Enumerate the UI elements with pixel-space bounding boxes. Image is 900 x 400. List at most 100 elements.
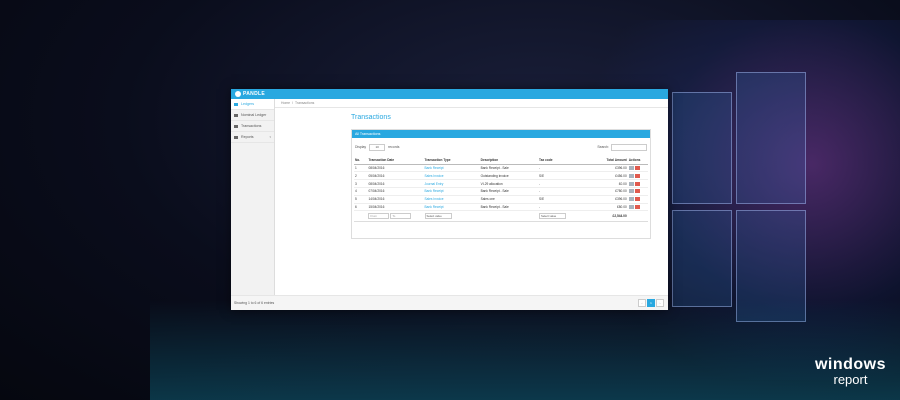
- background-light-pane: [736, 72, 806, 204]
- table-cell[interactable]: Bank Receipt: [423, 164, 480, 173]
- table-cell: Bank Receipt - Sale: [479, 164, 538, 173]
- sidebar-item-label: Ledgers: [241, 102, 254, 106]
- edit-icon[interactable]: [628, 173, 634, 178]
- edit-icon[interactable]: [628, 197, 634, 202]
- column-header[interactable]: Description: [479, 157, 538, 165]
- sidebar-item-nominal-ledger[interactable]: Nominal Ledger: [231, 110, 274, 121]
- table-row: 3 08/04/2016 Journal Entry VI-29 allocation…: [354, 179, 648, 188]
- transactions-table: No. Transaction Date Transaction Type De…: [354, 157, 648, 222]
- background-teal-glow: [150, 300, 900, 400]
- table-cell: 1: [354, 164, 368, 173]
- sidebar-item-reports[interactable]: Reports ▾: [231, 132, 274, 143]
- table-footer: Showing 1 to 6 of 6 entries ‹ 1 ›: [231, 295, 668, 310]
- table-cell: £396.00: [582, 195, 628, 204]
- table-cell: -: [537, 164, 583, 173]
- filter-row: From To Select value Select value £2,544…: [354, 210, 648, 222]
- top-bar: PANDLE: [231, 89, 668, 99]
- edit-icon[interactable]: [628, 189, 634, 194]
- table-cell: 07/04/2016: [367, 187, 424, 196]
- table-cell[interactable]: Journal Entry: [423, 179, 480, 188]
- column-header[interactable]: Tax code: [537, 157, 583, 165]
- desktop-background: { "app": { "brand": "PANDLE", "breadcrum…: [0, 0, 900, 400]
- date-from-input[interactable]: From: [368, 212, 390, 220]
- display-label: Display: [355, 145, 367, 149]
- breadcrumb-current: Transactions: [295, 101, 315, 105]
- background-light-pane: [672, 92, 732, 204]
- windows-report-logo: windows report: [815, 357, 886, 387]
- table-row: 4 07/04/2016 Bank Receipt Bank Receipt - Sa…: [354, 187, 648, 196]
- entries-info: Showing 1 to 6 of 6 entries: [234, 301, 275, 305]
- table-cell[interactable]: Bank Receipt: [423, 203, 480, 212]
- table-row: 1 08/04/2016 Bank Receipt Bank Receipt - Sa…: [354, 164, 648, 173]
- prev-page-button[interactable]: ‹: [638, 299, 646, 307]
- book-icon: [234, 113, 238, 117]
- next-page-button[interactable]: ›: [656, 299, 664, 307]
- table-cell: £456.00: [582, 171, 628, 181]
- table-cell[interactable]: Bank Receipt: [423, 187, 480, 196]
- delete-icon[interactable]: [634, 197, 640, 202]
- table-cell: 08/04/2016: [367, 179, 424, 188]
- table-cell: 15/04/2016: [367, 203, 424, 212]
- total-sum: £2,544.00: [582, 210, 628, 222]
- tax-filter-select[interactable]: Select value: [538, 212, 566, 220]
- row-actions: [627, 171, 648, 181]
- delete-icon[interactable]: [634, 166, 640, 171]
- page-title: Transactions: [351, 114, 391, 121]
- search-label: Search:: [597, 145, 609, 149]
- column-header[interactable]: Transaction Type: [423, 157, 480, 165]
- search-input[interactable]: [611, 143, 647, 151]
- table-row: 5 14/04/2016 Sales Invoice Sales one S/E £396…: [354, 195, 648, 204]
- column-header[interactable]: Total Amount: [582, 157, 628, 165]
- transactions-panel: All Transactions Display 10 records Sear…: [351, 129, 651, 239]
- table-cell[interactable]: Sales Invoice: [423, 171, 480, 181]
- breadcrumb-separator: /: [292, 101, 293, 105]
- breadcrumb: Home / Transactions: [275, 99, 668, 108]
- sidebar-item-ledgers[interactable]: Ledgers: [231, 99, 274, 110]
- column-header[interactable]: Transaction Date: [367, 157, 424, 165]
- edit-icon[interactable]: [628, 181, 634, 186]
- type-filter-select[interactable]: Select value: [424, 212, 452, 220]
- edit-icon[interactable]: [628, 166, 634, 171]
- table-cell: VI-29 allocation: [479, 179, 538, 188]
- pagination: ‹ 1 ›: [638, 299, 664, 307]
- sidebar-item-label: Reports: [241, 135, 254, 139]
- row-actions: [627, 164, 648, 173]
- delete-icon[interactable]: [634, 204, 640, 209]
- row-actions: [627, 179, 648, 188]
- table-cell: 2: [354, 171, 368, 181]
- sidebar-item-transactions[interactable]: Transactions: [231, 121, 274, 132]
- table-cell: S/E: [537, 171, 583, 181]
- table-controls: Display 10 records Search:: [355, 143, 647, 151]
- app-window: PANDLE Ledgers Nominal Ledger Transactio…: [231, 89, 668, 310]
- records-label: records: [388, 145, 400, 149]
- table-cell[interactable]: Sales Invoice: [423, 195, 480, 204]
- page-button[interactable]: 1: [647, 299, 655, 307]
- delete-icon[interactable]: [634, 181, 640, 186]
- row-actions: [627, 187, 648, 196]
- table-cell: -: [537, 179, 583, 188]
- date-to-input[interactable]: To: [390, 212, 412, 220]
- logo-line-2: report: [833, 372, 868, 387]
- table-cell: Bank Receipt - Sale: [479, 187, 538, 196]
- panel-title: All Transactions: [352, 130, 650, 138]
- transactions-icon: [234, 124, 238, 128]
- breadcrumb-home[interactable]: Home: [281, 101, 290, 105]
- table-cell: 08/04/2016: [367, 164, 424, 173]
- delete-icon[interactable]: [634, 189, 640, 194]
- edit-icon[interactable]: [628, 204, 634, 209]
- table-cell: £780.00: [582, 187, 628, 196]
- table-cell: £0.00: [582, 179, 628, 188]
- column-header: Actions: [627, 157, 648, 165]
- delete-icon[interactable]: [634, 173, 640, 178]
- table-row: 2 05/04/2016 Sales Invoice Outstanding invo…: [354, 171, 648, 181]
- row-actions: [627, 195, 648, 204]
- ledger-icon: [234, 102, 238, 106]
- chevron-down-icon: ▾: [269, 135, 271, 139]
- table-cell: Sales one: [479, 195, 538, 204]
- page-length-select[interactable]: 10: [369, 143, 386, 151]
- table-cell: -: [537, 187, 583, 196]
- table-header-row: No. Transaction Date Transaction Type De…: [354, 157, 648, 165]
- table-cell: 6: [354, 203, 368, 212]
- sidebar-item-label: Transactions: [241, 124, 262, 128]
- column-header[interactable]: No.: [354, 157, 368, 165]
